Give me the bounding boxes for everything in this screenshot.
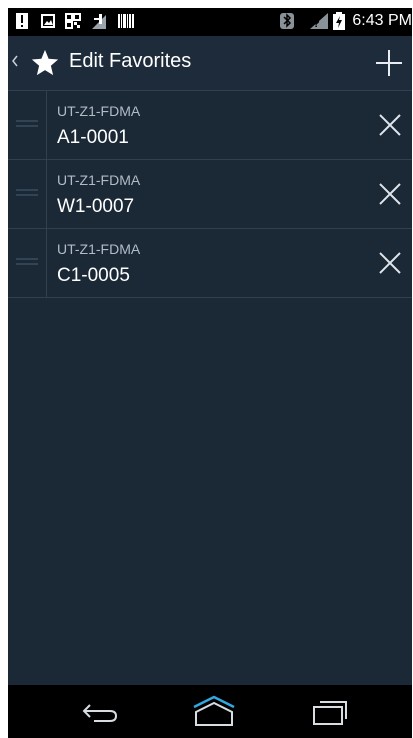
drag-handle[interactable] xyxy=(8,160,47,228)
alert-icon xyxy=(16,13,28,29)
back-icon[interactable] xyxy=(78,693,122,729)
qr-icon xyxy=(65,13,81,29)
favorites-list: UT-Z1-FDMA A1-0001 UT-Z1-FDMA W1-0007 UT… xyxy=(8,91,412,298)
item-name-label: W1-0007 xyxy=(57,196,135,217)
status-time: 6:43 PM xyxy=(352,12,412,29)
drag-handle-icon xyxy=(16,189,38,196)
close-icon xyxy=(379,183,401,205)
item-name-label: C1-0005 xyxy=(57,265,130,286)
barcode-icon xyxy=(118,14,134,28)
app-screen: ? 6:43 PM Edit Favorites UT-Z1-FDMA A1-0… xyxy=(8,8,412,738)
no-signal-icon: ? xyxy=(310,13,328,30)
item-group-label: UT-Z1-FDMA xyxy=(57,172,141,188)
remove-favorite-button[interactable] xyxy=(368,103,412,147)
item-group-label: UT-Z1-FDMA xyxy=(57,103,141,119)
page-title: Edit Favorites xyxy=(69,50,192,72)
recents-icon[interactable] xyxy=(308,693,352,729)
item-name-label: A1-0001 xyxy=(57,127,129,148)
close-icon xyxy=(379,252,401,274)
action-bar: Edit Favorites xyxy=(8,36,412,91)
home-icon[interactable] xyxy=(190,693,238,729)
item-group-label: UT-Z1-FDMA xyxy=(57,241,141,257)
star-icon xyxy=(31,49,59,76)
list-item[interactable]: UT-Z1-FDMA A1-0001 xyxy=(8,91,412,160)
remove-favorite-button[interactable] xyxy=(368,172,412,216)
plus-icon xyxy=(376,50,402,76)
close-icon xyxy=(379,114,401,136)
bluetooth-icon xyxy=(280,13,294,29)
drag-handle-icon xyxy=(16,120,38,127)
drag-handle[interactable] xyxy=(8,229,47,297)
drag-handle-icon xyxy=(16,258,38,265)
image-icon xyxy=(41,14,55,28)
list-item[interactable]: UT-Z1-FDMA W1-0007 xyxy=(8,160,412,229)
list-item[interactable]: UT-Z1-FDMA C1-0005 xyxy=(8,229,412,298)
navigation-bar xyxy=(8,685,412,738)
svg-text:?: ? xyxy=(313,18,320,30)
add-favorite-button[interactable] xyxy=(366,40,412,86)
signal-icon xyxy=(92,14,106,29)
remove-favorite-button[interactable] xyxy=(368,241,412,285)
drag-handle[interactable] xyxy=(8,91,47,159)
battery-charging-icon xyxy=(333,12,345,30)
status-bar: ? 6:43 PM xyxy=(8,8,412,36)
chevron-left-icon[interactable] xyxy=(11,54,19,68)
